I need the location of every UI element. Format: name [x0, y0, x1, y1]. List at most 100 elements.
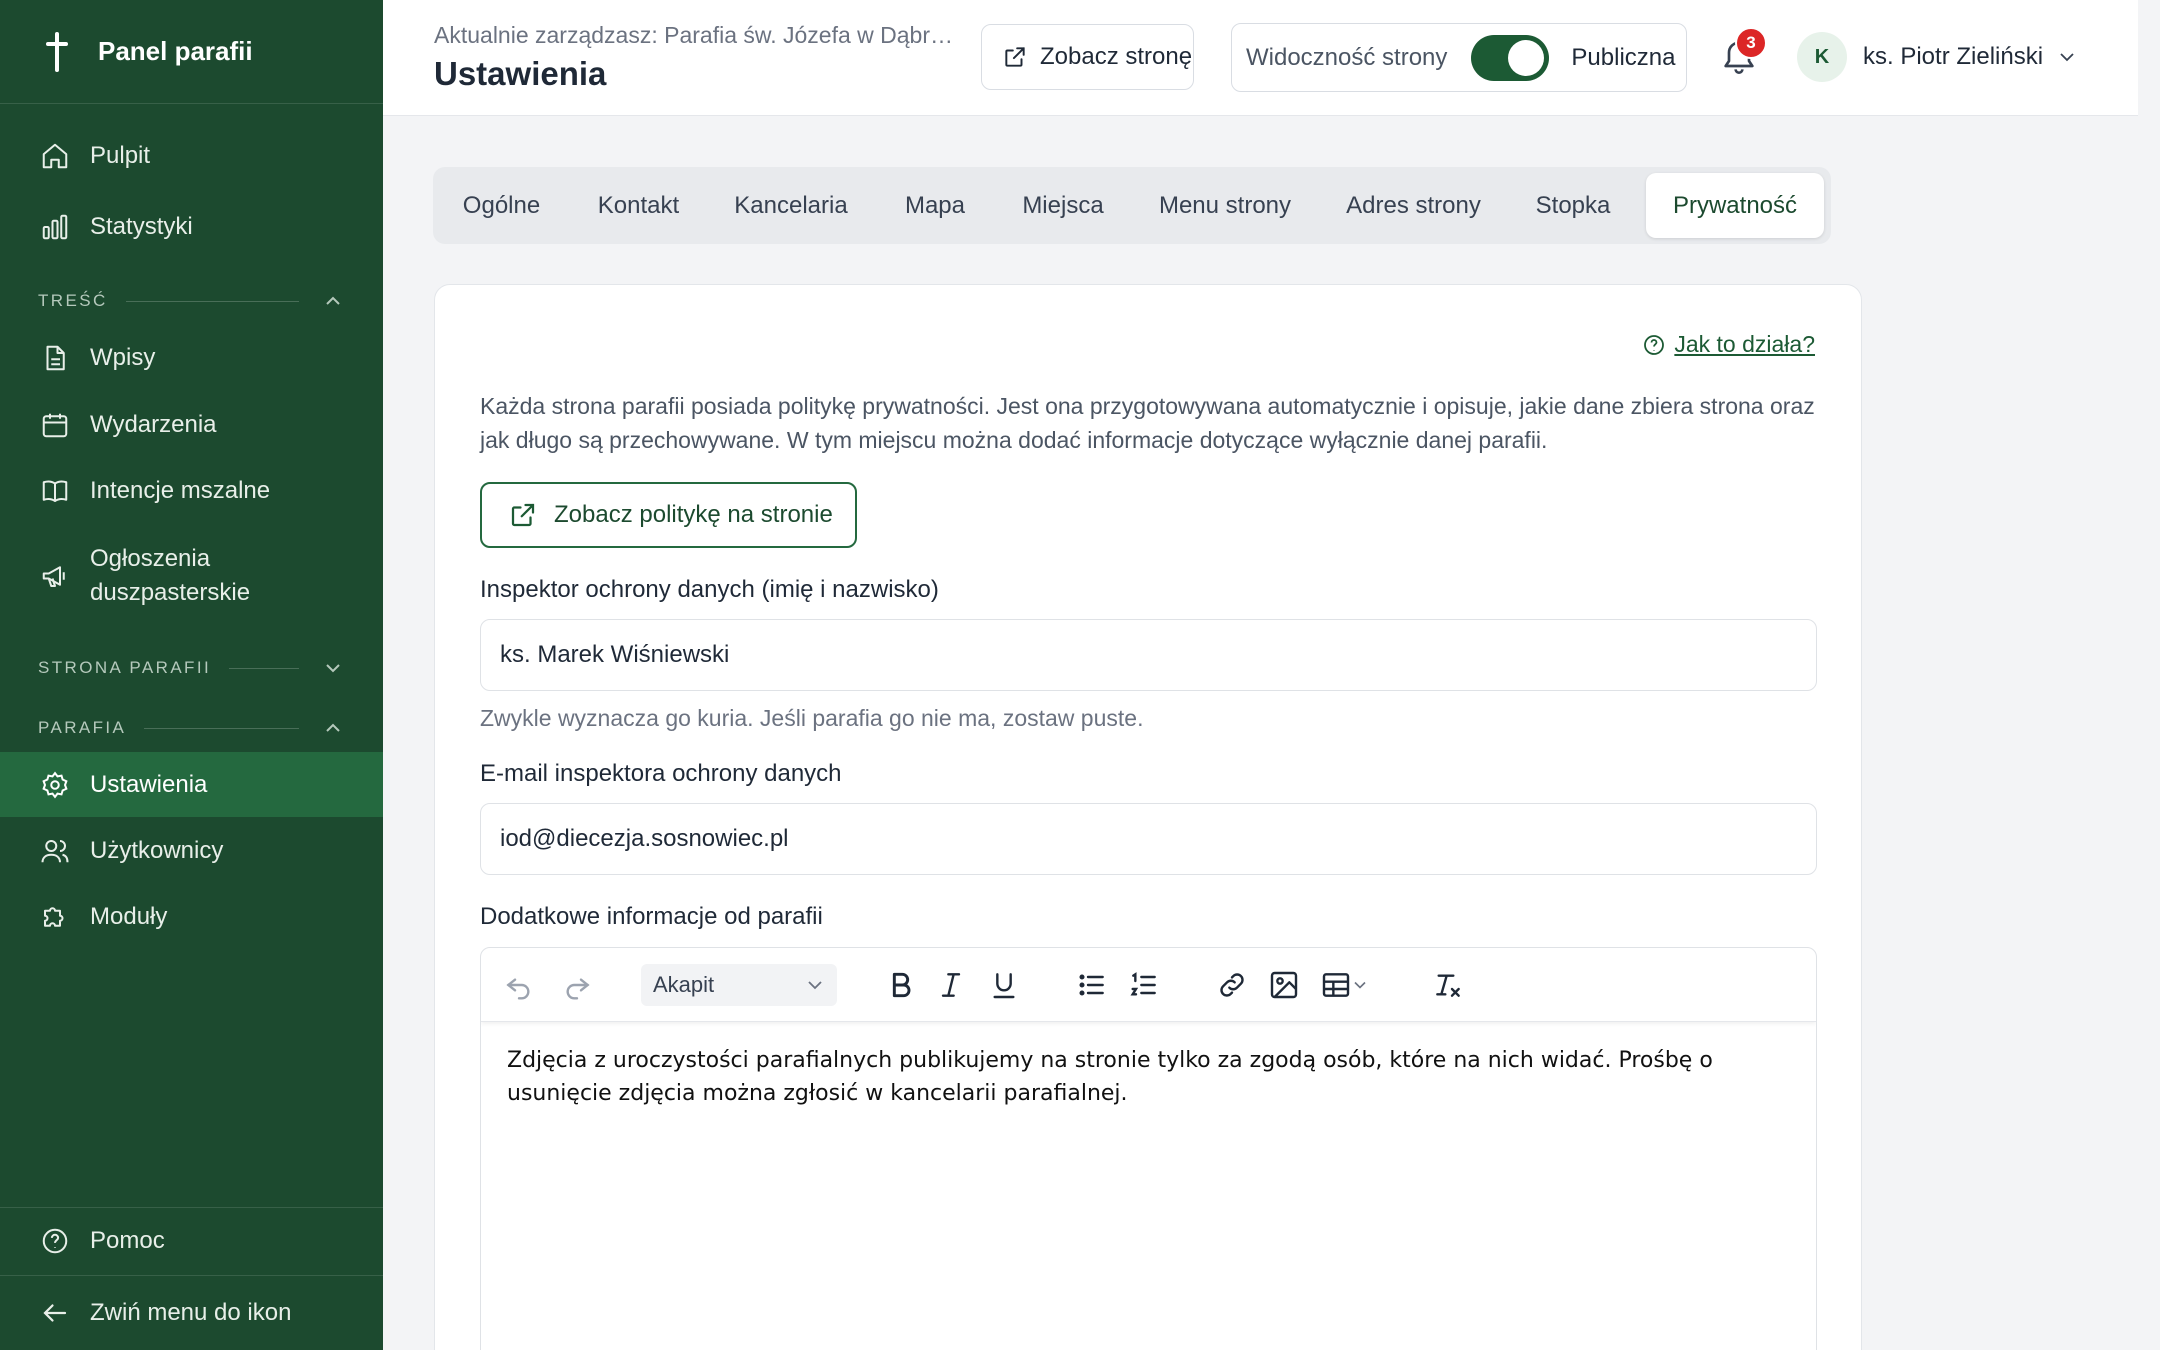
sidebar-item-wpisy[interactable]: Wpisy	[0, 336, 383, 380]
bold-button[interactable]	[883, 967, 919, 1003]
tab-ogolne[interactable]: Ogólne	[433, 173, 570, 238]
sidebar-item-label: Wydarzenia	[90, 411, 217, 438]
divider	[0, 1207, 383, 1208]
extra-info-label: Dodatkowe informacje od parafii	[480, 903, 823, 930]
external-link-icon	[511, 503, 535, 527]
view-site-label: Zobacz stronę	[1040, 43, 1193, 70]
chevron-down-icon	[808, 981, 822, 990]
chevron-down-icon	[1354, 981, 1366, 989]
breadcrumb: Aktualnie zarządzasz: Parafia św. Józefa…	[434, 22, 964, 48]
section-label: TREŚĆ	[38, 291, 108, 310]
bullet-list-button[interactable]	[1074, 967, 1110, 1003]
sidebar-item-ustawienia[interactable]: Ustawienia	[0, 752, 383, 817]
sidebar-item-pulpit[interactable]: Pulpit	[0, 134, 383, 178]
chevron-down-icon	[2060, 53, 2074, 62]
email-label: E-mail inspektora ochrony danych	[480, 760, 842, 787]
user-name: ks. Piotr Zieliński	[1863, 43, 2044, 70]
avatar: K	[1797, 32, 1847, 82]
rich-text-editor: Akapit Zdjęcia z uroczystości parafialny…	[480, 947, 1817, 1350]
sidebar-item-label: Zwiń menu do ikon	[90, 1299, 292, 1326]
visibility-label: Widoczność strony	[1246, 43, 1448, 71]
sidebar-item-label: Moduły	[90, 903, 168, 930]
sidebar-item-label: Intencje mszalne	[90, 477, 271, 504]
puzzle-icon	[44, 907, 64, 927]
gear-icon	[42, 770, 68, 799]
sidebar-section-tresc[interactable]: TREŚĆ	[38, 289, 345, 313]
inspector-name-input[interactable]: ks. Marek Wiśniewski	[480, 619, 1817, 691]
paragraph-style-value: Akapit	[653, 972, 715, 997]
sidebar-section-parafia[interactable]: PARAFIA	[38, 716, 345, 740]
collapse-menu-button[interactable]: Zwiń menu do ikon	[0, 1291, 383, 1335]
sidebar: Panel parafii Pulpit Statystyki TREŚĆ Wp…	[0, 0, 383, 1350]
page-title: Ustawienia	[434, 55, 607, 92]
sidebar-item-wydarzenia[interactable]: Wydarzenia	[0, 403, 383, 447]
tab-kancelaria[interactable]: Kancelaria	[707, 173, 875, 238]
cross-icon	[40, 31, 74, 72]
table-dropdown-button[interactable]	[1348, 973, 1372, 997]
visibility-control: Widoczność strony Publiczna	[1231, 23, 1687, 92]
tab-prywatnosc[interactable]: Prywatność	[1646, 173, 1824, 238]
sidebar-item-pomoc[interactable]: Pomoc	[0, 1219, 383, 1263]
user-menu[interactable]: K ks. Piotr Zieliński	[1797, 32, 2079, 82]
sidebar-brand[interactable]: Panel parafii	[0, 0, 383, 104]
sidebar-item-ogloszenia[interactable]: Ogłoszenia duszpasterskie	[0, 540, 383, 612]
calendar-icon	[42, 413, 68, 438]
bar-chart-icon	[42, 214, 68, 240]
redo-icon	[566, 978, 590, 1000]
undo-button[interactable]	[501, 967, 537, 1003]
sidebar-section-strona[interactable]: STRONA PARAFII	[38, 656, 345, 680]
section-label: STRONA PARAFII	[38, 658, 212, 677]
editor-toolbar: Akapit	[481, 948, 1816, 1022]
megaphone-icon	[42, 566, 65, 587]
visibility-value: Publiczna	[1571, 43, 1676, 71]
help-circle-icon	[42, 1228, 68, 1254]
inspector-hint: Zwykle wyznacza go kuria. Jeśli parafia …	[480, 705, 1144, 731]
undo-icon	[506, 978, 530, 1000]
inspector-email-input[interactable]: iod@diecezja.sosnowiec.pl	[480, 803, 1817, 875]
arrow-left-icon	[43, 1304, 67, 1322]
view-policy-label: Zobacz politykę na stronie	[554, 501, 833, 528]
notification-badge: 3	[1735, 27, 1767, 59]
sidebar-item-label: Użytkownicy	[90, 837, 224, 864]
link-button[interactable]	[1214, 967, 1250, 1003]
underline-icon	[993, 973, 1015, 999]
underline-button[interactable]	[986, 967, 1022, 1003]
chevron-up-icon	[326, 296, 340, 305]
view-site-button[interactable]: Zobacz stronę	[981, 24, 1194, 90]
sidebar-item-label: Wpisy	[90, 344, 156, 371]
help-circle-icon	[1644, 334, 1665, 355]
image-icon	[1270, 971, 1298, 999]
sidebar-item-label: Pomoc	[90, 1227, 165, 1254]
sidebar-item-label: Statystyki	[90, 213, 193, 240]
numbered-list-button[interactable]	[1126, 967, 1162, 1003]
sidebar-item-intencje[interactable]: Intencje mszalne	[0, 469, 383, 513]
tab-menu-strony[interactable]: Menu strony	[1131, 173, 1319, 238]
image-button[interactable]	[1266, 967, 1302, 1003]
italic-button[interactable]	[933, 967, 969, 1003]
sidebar-item-label: Pulpit	[90, 142, 151, 169]
users-icon	[41, 840, 69, 863]
tab-mapa[interactable]: Mapa	[875, 173, 995, 238]
paragraph-style-select[interactable]: Akapit	[641, 964, 837, 1006]
toggle-knob	[1508, 39, 1545, 76]
help-link[interactable]: Jak to działa?	[1642, 331, 1815, 358]
sidebar-item-label: duszpasterskie	[90, 579, 251, 606]
editor-content[interactable]: Zdjęcia z uroczystości parafialnych publ…	[481, 1022, 1816, 1132]
sidebar-item-uzytkownicy[interactable]: Użytkownicy	[0, 829, 383, 873]
sidebar-item-statystyki[interactable]: Statystyki	[0, 205, 383, 249]
tab-kontakt[interactable]: Kontakt	[570, 173, 707, 238]
tab-adres-strony[interactable]: Adres strony	[1319, 173, 1508, 238]
visibility-toggle[interactable]	[1471, 34, 1550, 81]
tab-miejsca[interactable]: Miejsca	[995, 173, 1131, 238]
view-policy-button[interactable]: Zobacz politykę na stronie	[480, 482, 857, 548]
sidebar-item-moduly[interactable]: Moduły	[0, 895, 383, 939]
clear-formatting-button[interactable]	[1430, 967, 1466, 1003]
book-icon	[42, 480, 68, 502]
tab-stopka[interactable]: Stopka	[1508, 173, 1638, 238]
help-link-label: Jak to działa?	[1674, 331, 1815, 357]
redo-button[interactable]	[559, 967, 595, 1003]
settings-tabs: Ogólne Kontakt Kancelaria Mapa Miejsca M…	[433, 167, 1831, 244]
bold-icon	[892, 972, 911, 998]
privacy-description: Każda strona parafii posiada politykę pr…	[480, 393, 1815, 453]
sidebar-title: Panel parafii	[98, 36, 253, 66]
